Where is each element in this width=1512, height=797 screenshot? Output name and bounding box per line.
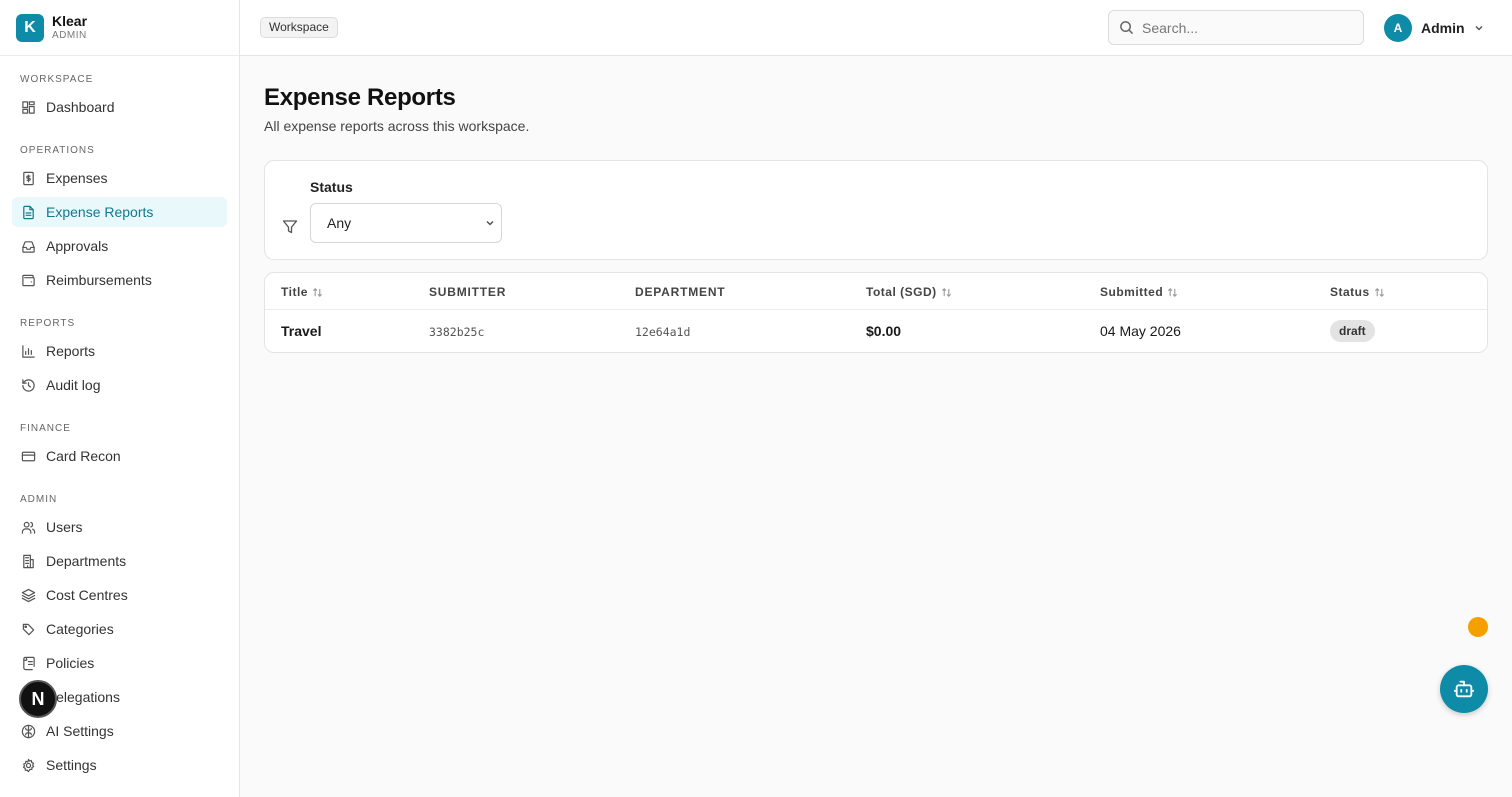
chevron-down-icon [486, 221, 494, 226]
scroll-icon [20, 655, 36, 671]
assistant-button[interactable] [1440, 665, 1488, 713]
search-box[interactable] [1108, 10, 1364, 45]
sidebar-item-label: Cost Centres [46, 587, 128, 603]
brand[interactable]: K Klear ADMIN [0, 0, 239, 56]
sidebar-item-label: Card Recon [46, 448, 121, 464]
brand-subtitle: ADMIN [52, 30, 87, 41]
tags-icon [20, 621, 36, 637]
sidebar-item-ai-settings[interactable]: AI Settings [12, 716, 227, 746]
gear-icon [20, 757, 36, 773]
cell-submitter: 3382b25c [429, 325, 485, 339]
sidebar-item-label: Reimbursements [46, 272, 152, 288]
sidebar-item-settings[interactable]: Settings [12, 750, 227, 780]
sidebar-item-expense-reports[interactable]: Expense Reports [12, 197, 227, 227]
building-icon [20, 553, 36, 569]
sidebar-item-label: Departments [46, 553, 127, 569]
sidebar-item-reimbursements[interactable]: Reimbursements [12, 265, 227, 295]
status-filter-label: Status [310, 179, 353, 195]
sidebar-item-reports[interactable]: Reports [12, 336, 227, 366]
sort-icon [941, 287, 951, 297]
filter-icon [282, 220, 298, 234]
table-row[interactable]: Travel 3382b25c 12e64a1d $0.00 04 May 20… [265, 310, 1487, 352]
layers-icon [20, 587, 36, 603]
sidebar-item-users[interactable]: Users [12, 512, 227, 542]
sidebar-item-label: Users [46, 519, 83, 535]
column-header-department: DEPARTMENT [635, 285, 726, 299]
chevron-down-icon [1475, 25, 1483, 31]
sidebar-item-label: Expense Reports [46, 204, 154, 220]
sidebar-item-label: Approvals [46, 238, 109, 254]
status-badge: draft [1330, 320, 1375, 342]
sidebar-item-approvals[interactable]: Approvals [12, 231, 227, 261]
search-icon [1120, 21, 1134, 35]
sidebar-item-label: Audit log [46, 377, 101, 393]
sort-icon [1374, 287, 1384, 297]
main-content: Expense Reports All expense reports acro… [264, 56, 1488, 353]
brand-name: Klear [52, 13, 88, 29]
history-icon [20, 377, 36, 393]
sidebar-item-card-recon[interactable]: Card Recon [12, 441, 227, 471]
sidebar-item-audit-log[interactable]: Audit log [12, 370, 227, 400]
column-header-submitted[interactable]: Submitted [1100, 285, 1178, 299]
cell-submitted: 04 May 2026 [1100, 323, 1181, 339]
inbox-icon [20, 238, 36, 254]
credit-card-icon [20, 448, 36, 464]
sidebar-item-label: Policies [46, 655, 95, 671]
sidebar-item-label: Dashboard [46, 99, 115, 115]
section-label-reports: REPORTS [20, 318, 76, 329]
brand-logo: K [16, 13, 44, 42]
user-menu[interactable]: A Admin [1384, 14, 1485, 42]
top-bar: Workspace A Admin [240, 0, 1512, 56]
page-title: Expense Reports [264, 84, 456, 111]
status-filter-select[interactable]: Any [310, 203, 502, 243]
cell-title[interactable]: Travel [281, 323, 321, 339]
section-label-admin: ADMIN [20, 494, 58, 505]
page-subtitle: All expense reports across this workspac… [264, 118, 530, 134]
filter-card: Status Any [264, 160, 1488, 260]
cell-department: 12e64a1d [635, 325, 691, 339]
sidebar-item-policies[interactable]: Policies [12, 648, 227, 678]
receipt-dollar-icon [20, 170, 36, 186]
status-filter-value: Any [327, 215, 352, 231]
notification-dot[interactable] [1468, 617, 1488, 637]
sidebar-item-label: Delegations [46, 689, 120, 705]
section-label-operations: OPERATIONS [20, 145, 95, 156]
sidebar-item-dashboard[interactable]: Dashboard [12, 92, 227, 122]
column-header-total[interactable]: Total (SGD) [866, 285, 952, 299]
dev-tools-badge[interactable]: N [19, 680, 57, 718]
sort-icon [312, 287, 322, 297]
wallet-icon [20, 272, 36, 288]
search-input[interactable] [1142, 19, 1342, 36]
expense-reports-table: Title SUBMITTER DEPARTMENT Total (SGD) S… [264, 272, 1488, 353]
sidebar-item-expenses[interactable]: Expenses [12, 163, 227, 193]
sidebar-item-label: Settings [46, 757, 97, 773]
sidebar-item-label: Categories [46, 621, 114, 637]
sidebar-item-departments[interactable]: Departments [12, 546, 227, 576]
sidebar-item-label: Reports [46, 343, 96, 359]
sidebar-item-label: AI Settings [46, 723, 114, 739]
users-icon [20, 519, 36, 535]
section-label-finance: FINANCE [20, 423, 71, 434]
sort-icon [1168, 287, 1178, 297]
sidebar-item-categories[interactable]: Categories [12, 614, 227, 644]
brain-icon [20, 723, 36, 739]
breadcrumb[interactable]: Workspace [260, 17, 338, 38]
cell-total: $0.00 [866, 323, 902, 339]
column-header-submitter: SUBMITTER [429, 285, 507, 299]
column-header-title[interactable]: Title [281, 285, 323, 299]
sidebar-item-label: Expenses [46, 170, 108, 186]
column-header-status[interactable]: Status [1330, 285, 1385, 299]
bar-chart-icon [20, 343, 36, 359]
dashboard-icon [20, 99, 36, 115]
table-header: Title SUBMITTER DEPARTMENT Total (SGD) S… [265, 273, 1487, 310]
sidebar-item-cost-centres[interactable]: Cost Centres [12, 580, 227, 610]
user-name: Admin [1421, 20, 1465, 36]
section-label-workspace: WORKSPACE [20, 74, 94, 85]
file-text-icon [20, 204, 36, 220]
robot-icon [1453, 680, 1475, 698]
avatar: A [1384, 14, 1412, 42]
sidebar: K Klear ADMIN WORKSPACE Dashboard OPERATIO… [0, 0, 240, 797]
